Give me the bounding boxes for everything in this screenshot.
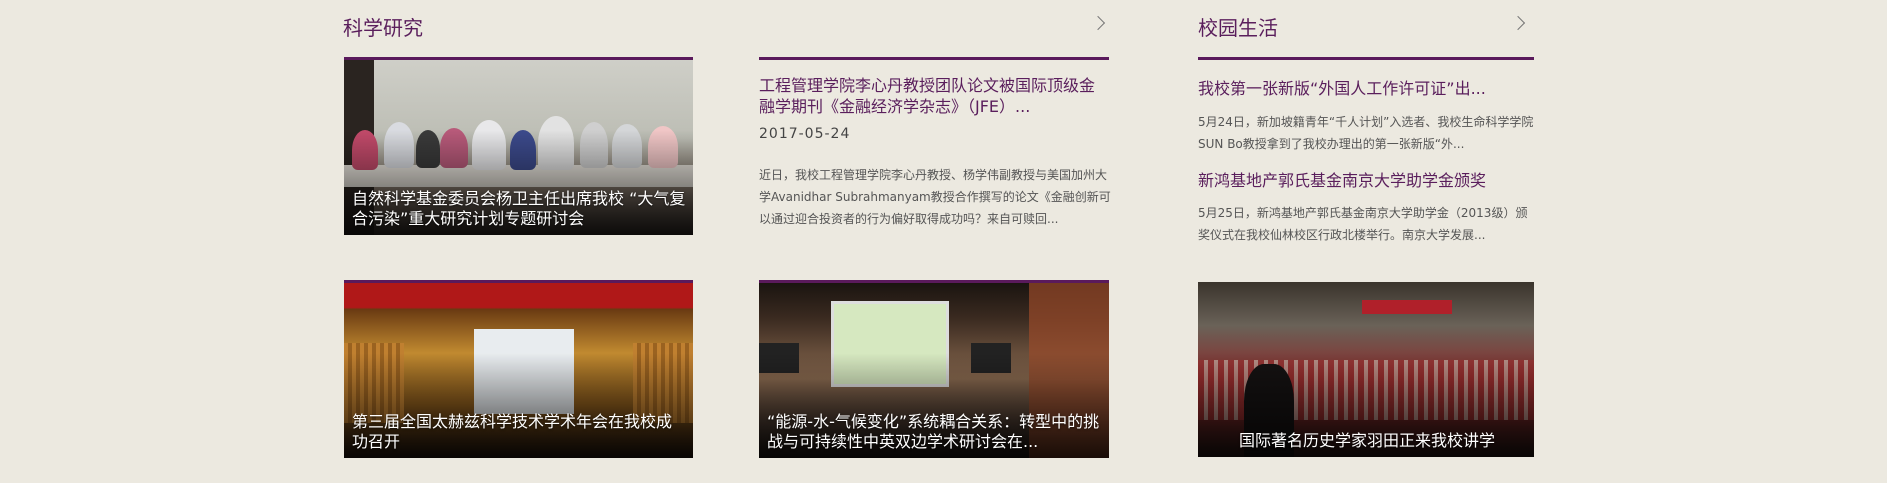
campus-more-chevron-icon[interactable]	[1510, 15, 1526, 31]
campus-photo-card[interactable]: 国际著名历史学家羽田正来我校讲学	[1198, 282, 1534, 457]
campus-section-title: 校园生活	[1198, 16, 1278, 40]
card-caption[interactable]: 自然科学基金委员会杨卫主任出席我校 “大气复合污染”重大研究计划专题研讨会	[352, 189, 687, 229]
card-caption[interactable]: 国际著名历史学家羽田正来我校讲学	[1206, 431, 1528, 451]
campus-news-item-1-title[interactable]: 我校第一张新版“外国人工作许可证”出...	[1198, 78, 1534, 99]
campus-news-item-2-title[interactable]: 新鸿基地产郭氏基金南京大学助学金颁奖	[1198, 170, 1534, 191]
campus-news-item-2-summary: 5月25日，新鸿基地产郭氏基金南京大学助学金（2013级）颁奖仪式在我校仙林校区…	[1198, 206, 1528, 242]
featured-news-date: 2017-05-24	[759, 126, 851, 142]
research-photo-card-2[interactable]: 第三届全国太赫兹科学技术学术年会在我校成功召开	[344, 280, 693, 458]
card-caption[interactable]: “能源-水-气候变化”系统耦合关系：转型中的挑战与可持续性中英双边学术研讨会在.…	[767, 412, 1103, 452]
campus-news-top-rule	[1198, 57, 1534, 60]
card-caption[interactable]: 第三届全国太赫兹科学技术学术年会在我校成功召开	[352, 412, 687, 452]
featured-news-top-rule	[759, 57, 1109, 60]
research-photo-card-3[interactable]: “能源-水-气候变化”系统耦合关系：转型中的挑战与可持续性中英双边学术研讨会在.…	[759, 280, 1109, 458]
campus-news-item-1-summary: 5月24日，新加坡籍青年“千人计划”入选者、我校生命科学学院SUN Bo教授拿到…	[1198, 115, 1534, 151]
featured-news-summary: 近日，我校工程管理学院李心丹教授、杨学伟副教授与美国加州大学Avanidhar …	[759, 168, 1111, 226]
research-photo-card-1[interactable]: 自然科学基金委员会杨卫主任出席我校 “大气复合污染”重大研究计划专题研讨会	[344, 57, 693, 235]
featured-news-title[interactable]: 工程管理学院李心丹教授团队论文被国际顶级金融学期刊《金融经济学杂志》（JFE）.…	[759, 75, 1109, 117]
research-section-title: 科学研究	[343, 16, 423, 40]
research-more-chevron-icon[interactable]	[1090, 15, 1106, 31]
